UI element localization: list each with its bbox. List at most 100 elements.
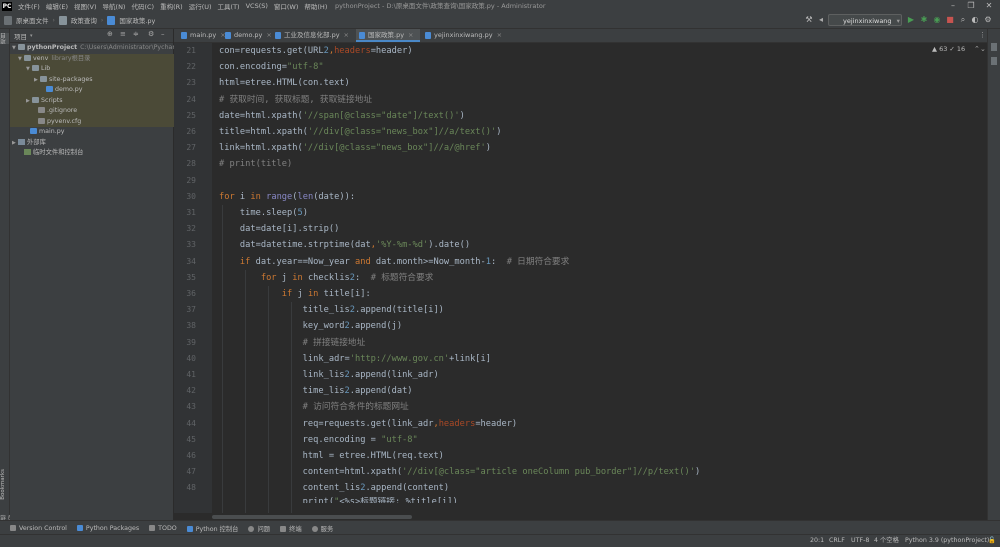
debug-icon[interactable]: ✱: [919, 15, 929, 25]
breadcrumb-subfolder[interactable]: 政策查询: [71, 15, 97, 25]
menu-navigate[interactable]: 导航(N): [103, 1, 126, 11]
back-icon[interactable]: ◂: [816, 15, 826, 25]
update-icon[interactable]: ◐: [970, 15, 980, 25]
tab-demo[interactable]: demo.py ×: [222, 29, 272, 42]
scrollbar-thumb[interactable]: [212, 515, 412, 519]
hammer-icon[interactable]: ⚒: [804, 15, 814, 25]
tree-item-pyvenv[interactable]: pyvenv.cfg: [10, 116, 195, 127]
close-icon[interactable]: ×: [408, 31, 413, 39]
tree-item-lib[interactable]: ▼ Lib: [10, 64, 189, 75]
code-line[interactable]: dat=datetime.strptime(dat,'%Y-%m-%d').da…: [219, 237, 470, 253]
close-icon[interactable]: ×: [344, 31, 349, 39]
menu-help[interactable]: 帮助(H): [304, 1, 327, 11]
close-window-icon[interactable]: ✕: [980, 0, 998, 12]
caret-position[interactable]: 20:1: [810, 535, 824, 547]
tab-list-icon[interactable]: ⋮: [979, 31, 986, 39]
tool-todo[interactable]: TODO: [149, 524, 177, 532]
menu-window[interactable]: 窗口(W): [274, 1, 299, 11]
code-line[interactable]: # 访问符合条件的标题网址: [219, 399, 409, 415]
tree-item-project-root[interactable]: ▼ pythonProject C:\Users\Administrator\Pyc…: [10, 43, 181, 54]
code-line[interactable]: dat=date[i].strip(): [219, 221, 339, 237]
code-line[interactable]: req.encoding = "utf-8": [219, 432, 418, 448]
lock-icon[interactable]: 🔓: [988, 535, 996, 547]
stop-icon[interactable]: ■: [945, 15, 955, 25]
close-icon[interactable]: ×: [497, 31, 502, 39]
code-line[interactable]: html=etree.HTML(con.text): [219, 75, 350, 91]
breadcrumb-file[interactable]: 国家政策.py: [119, 15, 155, 25]
chevron-down-icon[interactable]: ⌄: [980, 45, 986, 53]
code-line[interactable]: req=requests.get(link_adr,headers=header…: [219, 416, 517, 432]
code-line[interactable]: link_adr='http://www.gov.cn'+link[i]: [219, 351, 491, 367]
project-tool-tab[interactable]: 项目: [0, 33, 9, 44]
coverage-icon[interactable]: ◉: [932, 15, 942, 25]
code-line[interactable]: link_lis2.append(link_adr): [219, 367, 439, 383]
inspection-widget[interactable]: ▲ 63 ✓ 16: [932, 45, 965, 53]
menu-vcs[interactable]: VCS(S): [246, 2, 268, 10]
tab-main[interactable]: main.py ×: [178, 29, 226, 42]
project-panel-title[interactable]: 项目: [14, 31, 27, 41]
menu-file[interactable]: 文件(F): [18, 1, 40, 11]
code-line[interactable]: title=html.xpath('//div[@class="news_box…: [219, 124, 501, 140]
tool-python-console[interactable]: Python 控制台: [186, 524, 238, 533]
minimize-icon[interactable]: –: [944, 0, 962, 12]
database-icon[interactable]: [991, 43, 997, 51]
python-interpreter[interactable]: Python 3.9 (pythonProject): [905, 535, 989, 547]
menu-refactor[interactable]: 重构(R): [160, 1, 183, 11]
chevron-up-icon[interactable]: ⌃: [974, 45, 980, 53]
expand-all-icon[interactable]: ≑: [133, 30, 139, 38]
chevron-down-icon[interactable]: ▾: [30, 33, 33, 39]
collapse-all-icon[interactable]: ≡: [120, 30, 126, 38]
target-icon[interactable]: ⊕: [107, 30, 113, 38]
tool-terminal[interactable]: 终端: [280, 524, 302, 533]
code-line-partial[interactable]: print("<%s>标题链接: %title[i]): [219, 497, 458, 503]
tree-item-scratches[interactable]: 临时文件和控制台: [10, 148, 181, 159]
search-icon[interactable]: ⌕: [958, 15, 968, 25]
menu-edit[interactable]: 编辑(E): [46, 1, 68, 11]
tree-item-external-libs[interactable]: ▶ 外部库: [10, 138, 175, 149]
code-line[interactable]: for i in range(len(date)):: [219, 189, 355, 205]
breadcrumb-folder[interactable]: 原桌面文件: [16, 15, 49, 25]
code-line[interactable]: date=html.xpath('//span[@class="date"]/t…: [219, 108, 465, 124]
indent-setting[interactable]: 4 个空格: [874, 535, 899, 547]
close-icon[interactable]: ×: [266, 31, 271, 39]
code-line[interactable]: for j in checklis2: # 标题符合要求: [219, 270, 433, 286]
code-line[interactable]: title_lis2.append(title[i]): [219, 302, 444, 318]
code-line[interactable]: con=requests.get(URL2,headers=header): [219, 43, 413, 59]
tool-python-packages[interactable]: Python Packages: [76, 524, 139, 532]
tool-version-control[interactable]: Version Control: [10, 524, 67, 532]
maximize-icon[interactable]: ❐: [962, 0, 980, 12]
run-icon[interactable]: ▶: [906, 15, 916, 25]
tool-services[interactable]: 服务: [311, 524, 333, 533]
tree-item-main[interactable]: main.py: [10, 127, 187, 138]
menu-view[interactable]: 视图(V): [74, 1, 97, 11]
code-line[interactable]: key_word2.append(j): [219, 318, 402, 334]
tree-item-venv[interactable]: ▼ venv library根目录: [10, 53, 181, 64]
code-line[interactable]: html = etree.HTML(req.text): [219, 448, 444, 464]
code-line[interactable]: # print(title): [219, 156, 292, 172]
code-line[interactable]: # 拼接链接地址: [219, 335, 366, 351]
bookmarks-tool-tab[interactable]: Bookmarks: [0, 469, 9, 500]
code-line[interactable]: time_lis2.append(dat): [219, 383, 413, 399]
menu-run[interactable]: 运行(U): [189, 1, 212, 11]
horizontal-scrollbar[interactable]: [212, 513, 986, 520]
hide-icon[interactable]: –: [161, 30, 165, 38]
code-line[interactable]: if j in title[i]:: [219, 286, 371, 302]
file-encoding[interactable]: UTF-8: [851, 535, 869, 547]
tab-industry[interactable]: 工业及信息化部.py ×: [272, 29, 354, 42]
tab-national-policy[interactable]: 国家政策.py ×: [356, 29, 420, 42]
tree-item-scripts[interactable]: ▶ Scripts: [10, 95, 189, 106]
code-line[interactable]: time.sleep(5): [219, 205, 308, 221]
gear-icon[interactable]: ⚙: [148, 30, 154, 38]
code-line[interactable]: # 获取时间, 获取标题, 获取链接地址: [219, 92, 372, 108]
tab-yejinxinxiwang[interactable]: yejinxinxiwang.py ×: [422, 29, 508, 42]
code-line[interactable]: link=html.xpath('//div[@class="news_box"…: [219, 140, 491, 156]
tool-problems[interactable]: 问题: [248, 524, 270, 533]
line-separator[interactable]: CRLF: [829, 535, 845, 547]
tree-item-gitignore[interactable]: .gitignore: [10, 106, 195, 117]
settings-icon[interactable]: ⚙: [983, 15, 993, 25]
menu-tools[interactable]: 工具(T): [218, 1, 240, 11]
code-line[interactable]: content_lis2.append(content): [219, 480, 449, 496]
code-line[interactable]: con.encoding="utf-8": [219, 59, 324, 75]
code-line[interactable]: if dat.year==Now_year and dat.month>=Now…: [219, 254, 569, 270]
menu-code[interactable]: 代码(C): [131, 1, 154, 11]
